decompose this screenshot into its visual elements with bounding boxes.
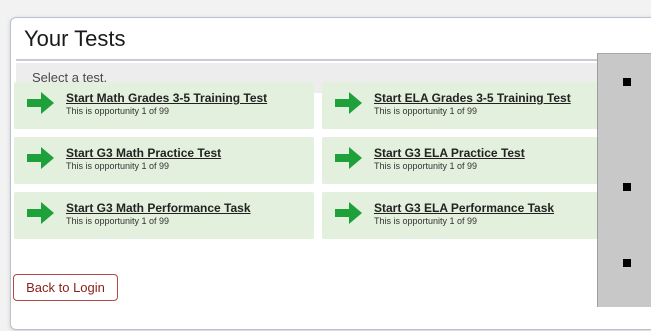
test-link[interactable]: Start G3 ELA Performance Task — [374, 201, 554, 215]
test-tile-math-practice[interactable]: Start G3 Math Practice Test This is oppo… — [14, 137, 314, 184]
test-tile-ela-practice[interactable]: Start G3 ELA Practice Test This is oppor… — [322, 137, 622, 184]
back-to-login-button[interactable]: Back to Login — [13, 274, 118, 301]
arrow-right-icon — [27, 147, 54, 169]
arrow-right-icon — [335, 92, 362, 114]
test-opportunity-text: This is opportunity 1 of 99 — [66, 216, 170, 226]
arrow-right-icon — [27, 92, 54, 114]
arrow-right-icon — [335, 202, 362, 224]
test-link[interactable]: Start Math Grades 3-5 Training Test — [66, 91, 267, 105]
square-bullet-icon — [623, 183, 631, 191]
test-opportunity-text: This is opportunity 1 of 99 — [374, 106, 478, 116]
arrow-right-icon — [27, 202, 54, 224]
arrow-right-icon — [335, 147, 362, 169]
test-link[interactable]: Start ELA Grades 3-5 Training Test — [374, 91, 571, 105]
test-tile-math-performance[interactable]: Start G3 Math Performance Task This is o… — [14, 192, 314, 239]
square-bullet-icon — [623, 259, 631, 267]
title-divider — [16, 59, 651, 61]
test-tile-ela-performance[interactable]: Start G3 ELA Performance Task This is op… — [322, 192, 622, 239]
test-opportunity-text: This is opportunity 1 of 99 — [374, 161, 478, 171]
side-overlay-panel — [597, 53, 651, 307]
square-bullet-icon — [623, 78, 631, 86]
test-tile-ela-training[interactable]: Start ELA Grades 3-5 Training Test This … — [322, 82, 622, 129]
test-link[interactable]: Start G3 ELA Practice Test — [374, 146, 525, 160]
test-opportunity-text: This is opportunity 1 of 99 — [66, 106, 170, 116]
test-opportunity-text: This is opportunity 1 of 99 — [374, 216, 478, 226]
test-link[interactable]: Start G3 Math Practice Test — [66, 146, 221, 160]
page-title: Your Tests — [24, 26, 126, 51]
test-tile-math-training[interactable]: Start Math Grades 3-5 Training Test This… — [14, 82, 314, 129]
page: Your Tests Select a test. Start Math Gra… — [0, 0, 651, 331]
test-opportunity-text: This is opportunity 1 of 99 — [66, 161, 170, 171]
test-link[interactable]: Start G3 Math Performance Task — [66, 201, 251, 215]
